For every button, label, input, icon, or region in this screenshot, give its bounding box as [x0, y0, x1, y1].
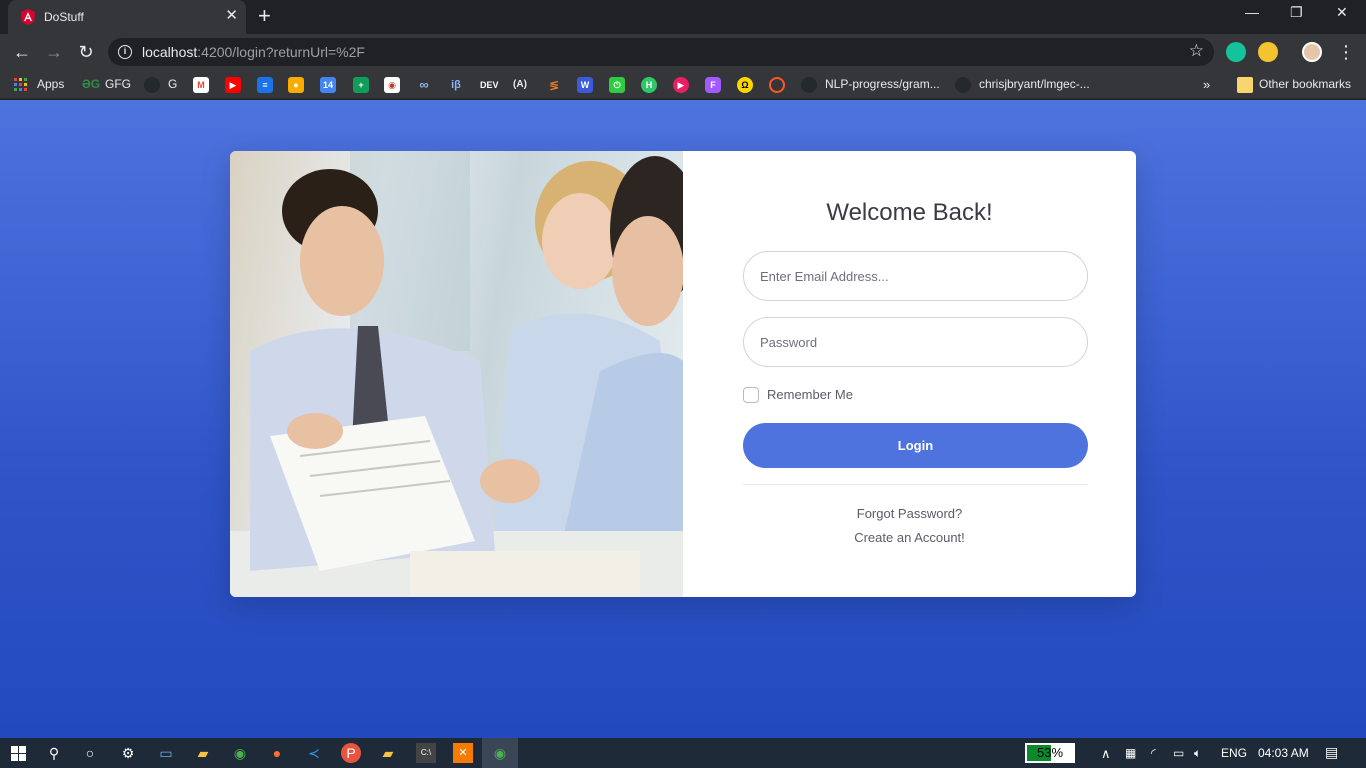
chrome-active-icon[interactable]: ◉ — [490, 743, 510, 763]
login-form: Welcome Back! Remember Me Login Forgot P… — [683, 151, 1136, 597]
minimize-icon[interactable]: — — [1245, 4, 1259, 20]
gfg-icon: ƏG — [82, 77, 101, 91]
back-icon[interactable]: ← — [10, 40, 34, 64]
window-close-icon[interactable]: ✕ — [1336, 4, 1348, 21]
address-bar[interactable]: i localhost:4200/login?returnUrl=%2F ☆ — [108, 38, 1214, 66]
browser-toolbar: ← → ↻ i localhost:4200/login?returnUrl=%… — [0, 34, 1366, 70]
create-account-link[interactable]: Create an Account! — [683, 530, 1136, 545]
bookmark-lmgec[interactable]: chrisjbryant/lmgec-... — [979, 77, 1090, 93]
meeting-illustration — [230, 151, 683, 597]
windows-start-icon[interactable] — [11, 746, 26, 761]
bookmark-w-icon[interactable]: W — [577, 77, 593, 93]
tab-strip: DoStuff ✕ + — ❐ ✕ — [0, 0, 1366, 34]
github-icon — [144, 77, 160, 93]
other-bookmarks[interactable]: Other bookmarks — [1259, 77, 1351, 93]
extension-moon-icon[interactable] — [1258, 42, 1278, 62]
figma-icon[interactable]: F — [705, 77, 721, 93]
bookmark-apps[interactable]: Apps — [37, 77, 64, 93]
chrome-menu-icon[interactable]: ⋮ — [1334, 40, 1358, 64]
interviewbit-icon[interactable]: iβ — [448, 77, 464, 93]
tab-dostuff[interactable]: DoStuff ✕ — [8, 0, 246, 34]
page-background: Welcome Back! Remember Me Login Forgot P… — [0, 100, 1366, 738]
firefox-icon[interactable]: ● — [267, 743, 287, 763]
gmail-icon[interactable]: M — [193, 77, 209, 93]
bookmark-power-icon[interactable]: ⏻ — [609, 77, 625, 93]
google-docs-icon[interactable]: ≡ — [257, 77, 273, 93]
google-keep-icon[interactable]: ● — [288, 77, 304, 93]
profile-avatar[interactable] — [1302, 42, 1322, 62]
media-play-icon[interactable]: ▶ — [673, 77, 689, 93]
volume-icon[interactable]: 🔈︎ — [1194, 746, 1201, 761]
bookmark-yellow-icon[interactable]: Ω — [737, 77, 753, 93]
tab-close-icon[interactable]: ✕ — [225, 8, 238, 24]
url-text: localhost:4200/login?returnUrl=%2F — [142, 44, 365, 60]
vscode-icon[interactable]: ≺ — [304, 743, 324, 763]
notifications-icon[interactable]: ▤ — [1325, 744, 1338, 761]
bookmark-star-icon[interactable]: ☆ — [1189, 41, 1204, 61]
battery-indicator[interactable]: 53% — [1025, 743, 1075, 763]
google-calendar-icon[interactable]: 14 — [320, 77, 336, 93]
new-tab-icon[interactable]: + — [258, 5, 271, 27]
tab-title: DoStuff — [44, 10, 84, 24]
battery-tray-icon[interactable]: ▭ — [1173, 746, 1184, 760]
battery-percent: 53% — [1036, 745, 1064, 760]
google-sheets-icon[interactable]: + — [353, 77, 369, 93]
forward-icon[interactable]: → — [42, 40, 66, 64]
page-title: Welcome Back! — [826, 199, 993, 226]
search-icon[interactable]: ⚲ — [44, 743, 64, 763]
wifi-icon[interactable]: ◜ — [1151, 746, 1156, 760]
settings-gear-icon[interactable]: ⚙ — [118, 743, 138, 763]
github-icon — [955, 77, 971, 93]
xampp-icon[interactable]: ✕ — [453, 743, 473, 763]
postman-icon[interactable]: P — [341, 743, 361, 763]
dev-icon[interactable]: DEV — [480, 77, 499, 93]
chevron-double-right-icon[interactable]: » — [1203, 77, 1210, 93]
desktop-icon[interactable]: ▭ — [156, 743, 176, 763]
youtube-icon[interactable]: ▶ — [225, 77, 241, 93]
stackoverflow-icon[interactable]: ≶ — [546, 77, 562, 93]
apps-grid-icon — [14, 78, 27, 91]
reload-icon[interactable]: ↻ — [74, 40, 98, 64]
infinity-icon[interactable]: ∞ — [416, 77, 432, 93]
github-icon — [801, 77, 817, 93]
site-info-icon[interactable]: i — [118, 45, 132, 59]
email-field[interactable] — [743, 251, 1088, 301]
reddit-icon[interactable]: ◉ — [384, 77, 400, 93]
grammarly-icon[interactable] — [1226, 42, 1246, 62]
restore-icon[interactable]: ❐ — [1290, 4, 1303, 21]
windows-taskbar: ⚲ ○ ⚙ ▭ ▰ ◉ ● ≺ P ▰ C:\ ✕ ◉ 53% ∧ ▦ ◜ ▭ … — [0, 738, 1366, 768]
network-device-icon[interactable]: ▦ — [1125, 746, 1136, 760]
forgot-password-link[interactable]: Forgot Password? — [683, 506, 1136, 521]
folder-icon — [1237, 77, 1253, 93]
chrome-icon[interactable]: ◉ — [230, 743, 250, 763]
hackerrank-icon[interactable]: H — [641, 77, 657, 93]
language-indicator[interactable]: ENG — [1221, 746, 1247, 760]
angular-icon — [21, 9, 35, 25]
codeforces-icon[interactable]: (A) — [512, 77, 528, 93]
office-meeting-photo — [230, 151, 683, 597]
terminal-icon[interactable]: C:\ — [416, 743, 436, 763]
bookmark-nlp-progress[interactable]: NLP-progress/gram... — [825, 77, 940, 93]
remember-me-checkbox[interactable] — [743, 387, 759, 403]
bookmark-gfg[interactable]: GFG — [105, 77, 131, 93]
remember-me-label[interactable]: Remember Me — [767, 387, 853, 403]
login-card: Welcome Back! Remember Me Login Forgot P… — [230, 151, 1136, 597]
cortana-icon[interactable]: ○ — [80, 743, 100, 763]
chevron-up-icon[interactable]: ∧ — [1101, 746, 1111, 762]
login-button[interactable]: Login — [743, 423, 1088, 468]
password-field[interactable] — [743, 317, 1088, 367]
bookmark-orange-icon[interactable] — [769, 77, 785, 93]
bookmark-g[interactable]: G — [168, 77, 177, 93]
bookmarks-bar: Apps ƏG GFG G M ▶ ≡ ● 14 + ◉ ∞ iβ DEV (A… — [0, 70, 1366, 99]
divider — [743, 484, 1088, 485]
file-explorer-icon[interactable]: ▰ — [193, 743, 213, 763]
folder-icon[interactable]: ▰ — [378, 743, 398, 763]
clock[interactable]: 04:03 AM — [1258, 746, 1309, 760]
